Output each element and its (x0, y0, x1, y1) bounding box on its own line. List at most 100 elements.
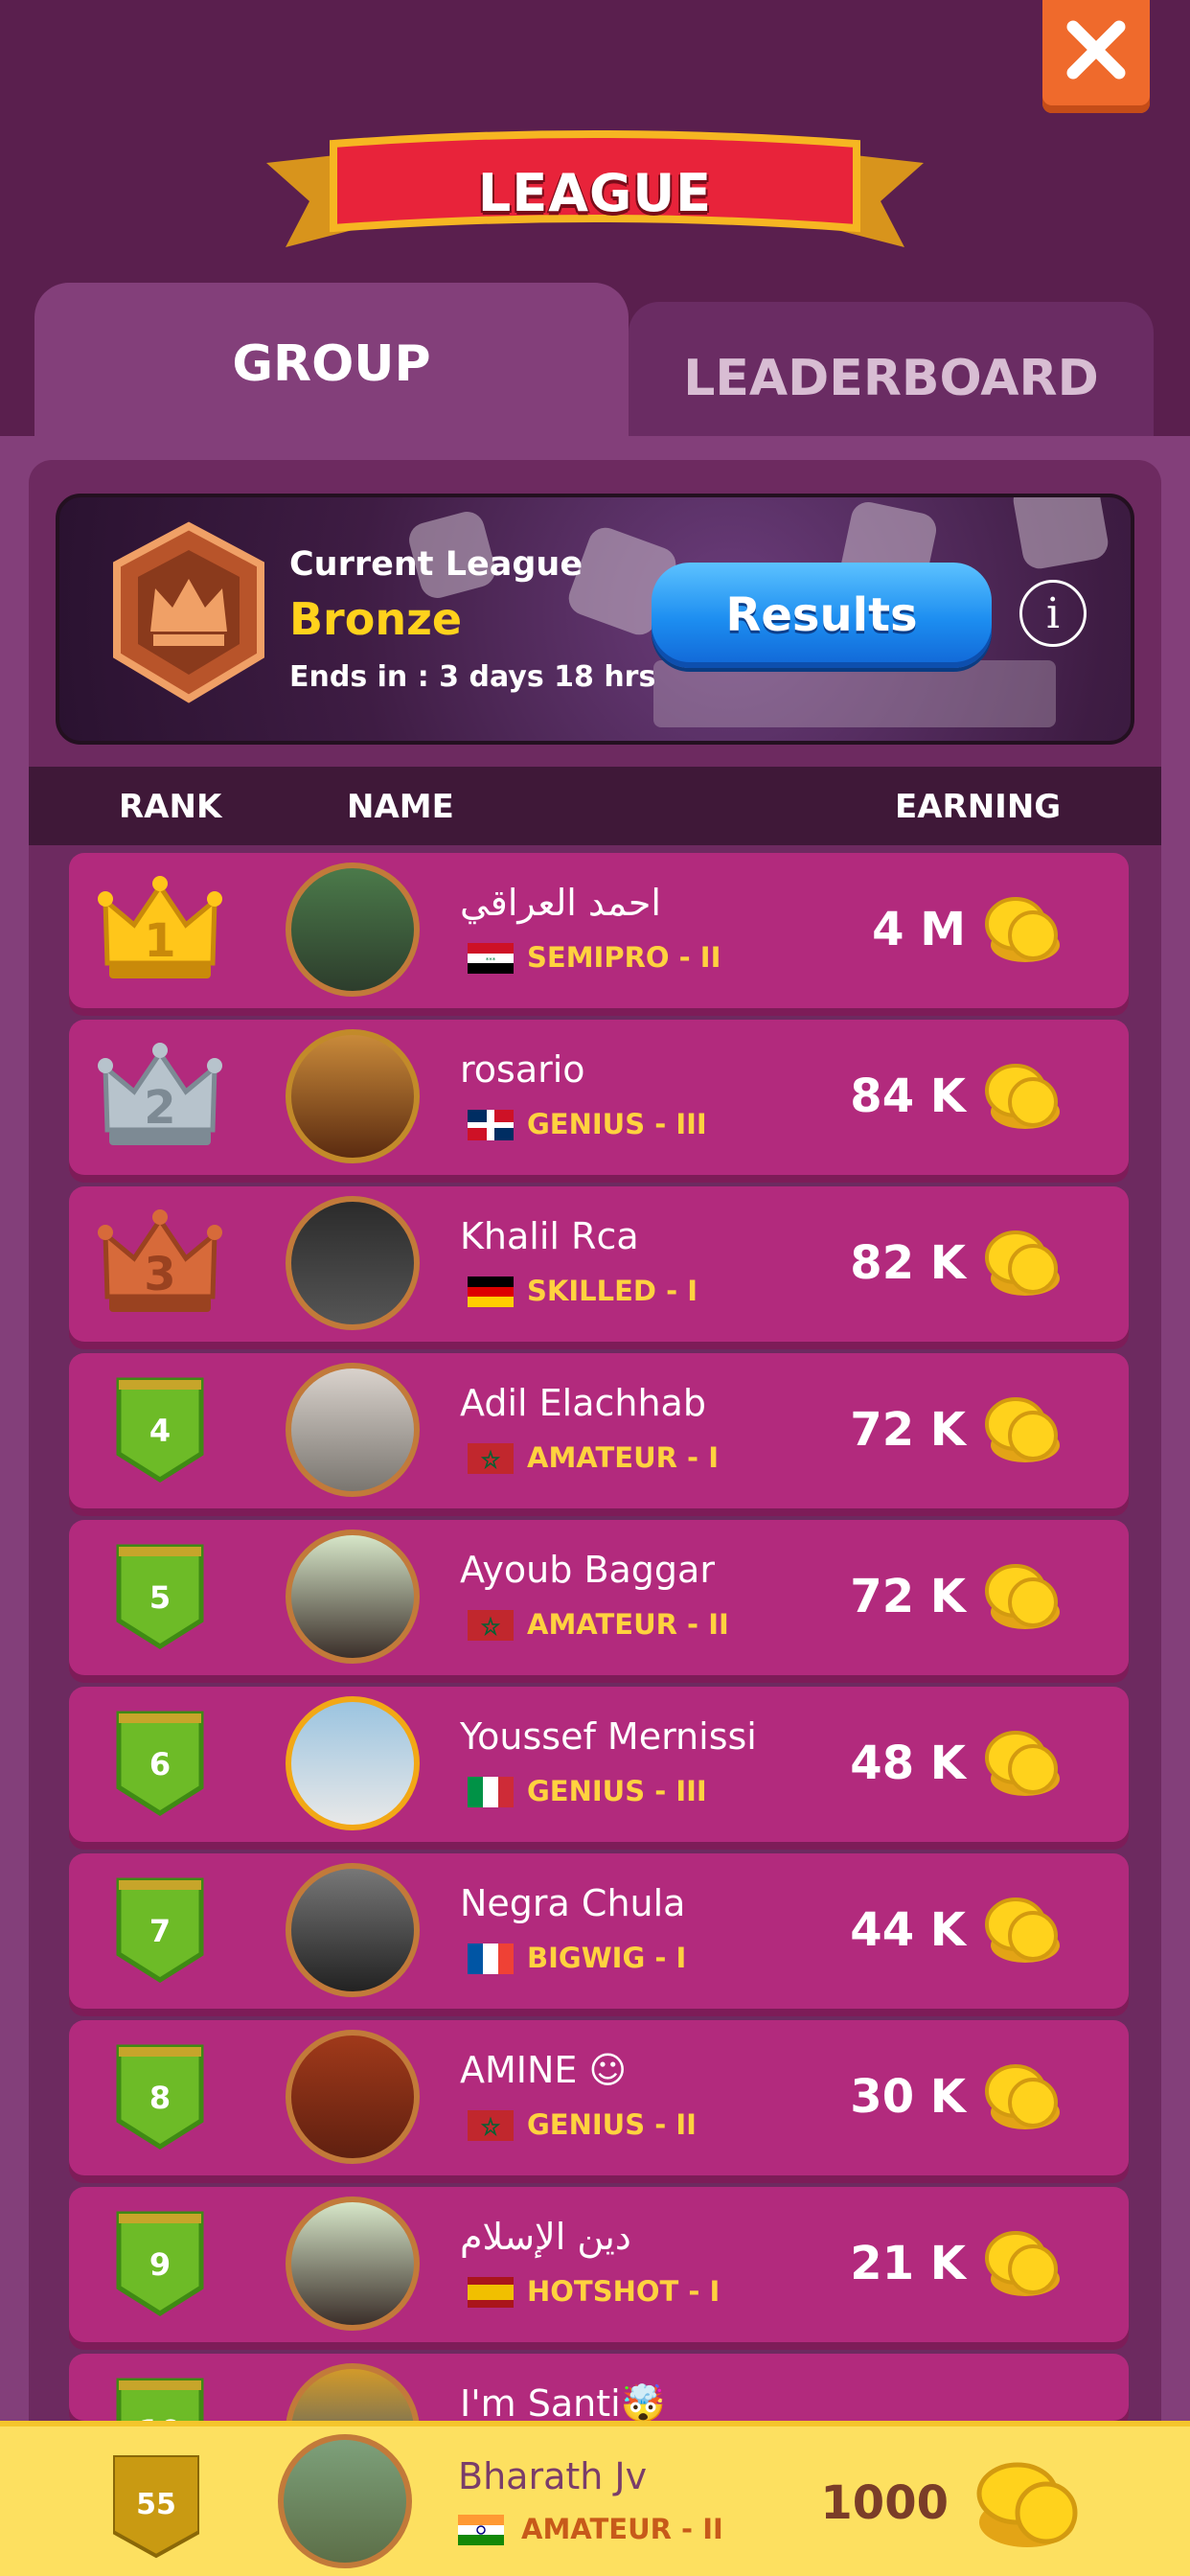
dice-decoration (1010, 497, 1111, 572)
player-avatar[interactable] (286, 1863, 420, 1997)
league-ends-text: Ends in : 3 days 18 hrs (289, 660, 656, 694)
player-earning: 82 K (850, 1236, 966, 1290)
spain-flag-icon (468, 2277, 514, 2308)
player-avatar[interactable] (286, 2030, 420, 2164)
league-name: Bronze (289, 593, 463, 645)
svg-text:5: 5 (149, 1579, 171, 1616)
coin-stack-icon (985, 897, 1060, 962)
player-earning: 4 M (872, 903, 966, 956)
rank-shield-icon: 6 (116, 1711, 204, 1816)
player-row[interactable]: 7 Negra Chula BIGWIG - I 44 K (69, 1853, 1129, 2009)
player-row[interactable]: 3 Khalil Rca SKILLED - I 82 K (69, 1186, 1129, 1342)
rank-shield-icon: 4 (116, 1377, 204, 1483)
india-flag-icon (458, 2515, 504, 2545)
player-avatar[interactable] (286, 1196, 420, 1330)
results-button[interactable]: Results (652, 563, 992, 668)
tab-group[interactable]: GROUP (34, 283, 629, 450)
player-earning: 84 K (850, 1070, 966, 1123)
italy-flag-icon (468, 1777, 514, 1807)
current-league-label: Current League (289, 545, 584, 584)
morocco-flag-icon (468, 1443, 514, 1474)
player-tier: GENIUS - III (527, 1108, 707, 1140)
rank-column-label: RANK (119, 788, 222, 826)
rank-badge: 2 (98, 1039, 222, 1154)
page-title: LEAGUE (477, 163, 713, 223)
player-row[interactable]: 9 دين الإسلام HOTSHOT - I 21 K (69, 2187, 1129, 2342)
player-row[interactable]: 6 Youssef Mernissi GENIUS - III 48 K (69, 1687, 1129, 1842)
coin-stack-icon (985, 1397, 1060, 1462)
player-tier: SEMIPRO - II (527, 941, 721, 974)
rank-badge: 4 (98, 1372, 222, 1487)
dominican-republic-flag-icon (468, 1110, 514, 1140)
rank-shield-icon: 7 (116, 1877, 204, 1983)
earning-column-label: EARNING (895, 788, 1062, 826)
svg-text:9: 9 (149, 2246, 171, 2283)
player-avatar[interactable] (286, 2196, 420, 2331)
svg-text:2: 2 (144, 1081, 175, 1135)
bronze-league-badge-icon (113, 521, 264, 703)
name-column-label: NAME (347, 788, 454, 826)
player-row[interactable]: 2 rosario GENIUS - III 84 K (69, 1020, 1129, 1175)
player-tier: AMATEUR - II (527, 1608, 729, 1641)
brick-decoration (653, 660, 1056, 727)
player-earning: 30 K (850, 2070, 966, 2124)
my-avatar (278, 2434, 412, 2568)
rank-badge: 5 (98, 1539, 222, 1654)
coin-stack-icon (985, 1230, 1060, 1296)
player-name: Negra Chula (460, 1882, 686, 1924)
player-avatar[interactable] (286, 862, 420, 997)
player-avatar[interactable] (286, 1363, 420, 1497)
france-flag-icon (468, 1944, 514, 1974)
crown-rank-icon: 1 (98, 876, 222, 978)
svg-text:8: 8 (149, 2080, 171, 2116)
player-avatar[interactable] (286, 1696, 420, 1830)
morocco-flag-icon (468, 1610, 514, 1641)
player-earning: 72 K (850, 1403, 966, 1457)
crown-rank-icon: 2 (98, 1043, 222, 1145)
player-earning: 48 K (850, 1736, 966, 1790)
player-row[interactable]: 8 AMINE ☺ GENIUS - II 30 K (69, 2020, 1129, 2175)
rank-badge: 6 (98, 1706, 222, 1821)
coin-stack-icon (976, 2462, 1078, 2547)
player-name: AMINE ☺ (460, 2049, 628, 2091)
coin-stack-icon (985, 2231, 1060, 2296)
player-earning: 72 K (850, 1570, 966, 1623)
coin-stack-icon (985, 1564, 1060, 1629)
my-rank-bar: 55 Bharath Jv AMATEUR - II 1000 (0, 2421, 1190, 2576)
player-name: Khalil Rca (460, 1215, 639, 1257)
my-rank-number: 55 (136, 2488, 176, 2521)
player-row[interactable]: 10 I'm Santi🤯 (69, 2354, 1129, 2497)
player-name: Adil Elachhab (460, 1382, 706, 1424)
player-name: rosario (460, 1048, 585, 1091)
player-tier: BIGWIG - I (527, 1942, 687, 1974)
column-header: RANK NAME EARNING (29, 767, 1161, 845)
my-tier: AMATEUR - II (521, 2513, 723, 2545)
player-tier: AMATEUR - I (527, 1441, 719, 1474)
current-league-card: Current League Bronze Ends in : 3 days 1… (56, 494, 1134, 745)
svg-text:6: 6 (149, 1746, 171, 1782)
info-button[interactable]: i (1019, 580, 1087, 647)
coin-stack-icon (985, 1898, 1060, 1963)
svg-text:***: *** (486, 956, 496, 964)
player-avatar[interactable] (286, 1029, 420, 1163)
rank-badge: 3 (98, 1206, 222, 1321)
coin-stack-icon (985, 1064, 1060, 1129)
player-tier: GENIUS - II (527, 2108, 697, 2141)
rank-shield-icon: 9 (116, 2211, 204, 2316)
player-name: I'm Santi🤯 (460, 2382, 667, 2425)
coin-stack-icon (985, 2064, 1060, 2129)
tab-leaderboard[interactable]: LEADERBOARD (629, 302, 1154, 450)
player-earning: 21 K (850, 2237, 966, 2290)
svg-text:4: 4 (149, 1413, 171, 1449)
player-avatar[interactable] (286, 1530, 420, 1664)
close-button[interactable] (1042, 0, 1150, 113)
coin-stack-icon (985, 1731, 1060, 1796)
svg-text:3: 3 (144, 1248, 175, 1301)
rank-badge: 9 (98, 2206, 222, 2321)
player-row[interactable]: 4 Adil Elachhab AMATEUR - I 72 K (69, 1353, 1129, 1508)
league-title-banner: LEAGUE (266, 125, 924, 259)
player-name: Youssef Mernissi (460, 1715, 757, 1758)
player-row[interactable]: 1 احمد العراقي *** SEMIPRO - II 4 M (69, 853, 1129, 1008)
player-name: Ayoub Baggar (460, 1549, 715, 1591)
player-row[interactable]: 5 Ayoub Baggar AMATEUR - II 72 K (69, 1520, 1129, 1675)
